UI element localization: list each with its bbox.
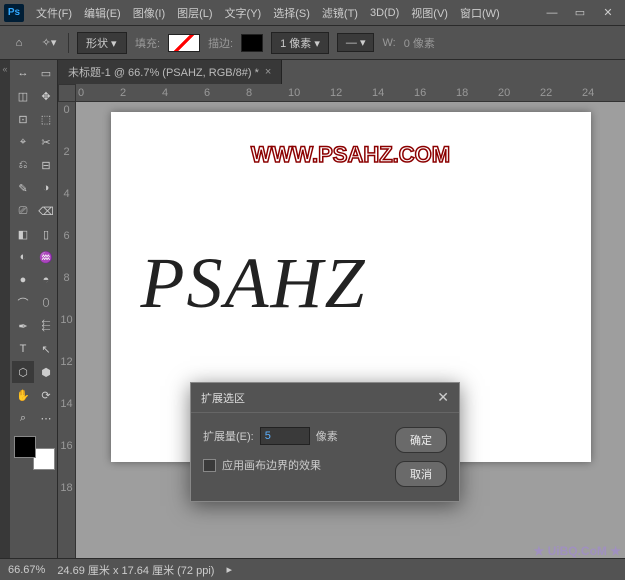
eyedropper-tool[interactable]: ⌖ [12, 131, 34, 153]
fill-label: 填充: [135, 35, 160, 51]
fill-swatch[interactable] [168, 34, 200, 52]
document-dimensions: 24.69 厘米 x 17.64 厘米 (72 ppi) [57, 562, 214, 578]
pen-tool[interactable]: ✒ [12, 315, 34, 337]
artboard-tool[interactable]: ▭ [35, 62, 57, 84]
dialog-titlebar[interactable]: 扩展选区 ✕ [191, 383, 459, 413]
document-tab[interactable]: 未标题-1 @ 66.7% (PSAHZ, RGB/8#) * × [58, 60, 282, 84]
more-tools[interactable]: ⋯ [35, 407, 57, 429]
eraser-tool[interactable]: ⌫ [35, 200, 57, 222]
color-swatches[interactable] [12, 434, 57, 472]
rotate-view-tool[interactable]: ⟳ [35, 384, 57, 406]
menu-type[interactable]: 文字(Y) [219, 1, 268, 25]
dialog-close-icon[interactable]: ✕ [437, 389, 449, 406]
ps-logo: Ps [4, 4, 24, 22]
menu-file[interactable]: 文件(F) [30, 1, 78, 25]
blur-tool[interactable]: ♒ [35, 246, 57, 268]
ok-button[interactable]: 确定 [395, 427, 447, 453]
w-label: W: [382, 37, 395, 49]
slice-tool[interactable]: ✂ [35, 131, 57, 153]
tool-panel: ↔ ▭ ◫ ✥ ⊡ ⬚ ⌖ ✂ ⎌ ⊟ ✎ ◑ ⎚ ⌫ ◧ ▯ ◐ ♒ ● ◓ … [10, 60, 58, 558]
history-brush-tool[interactable]: ⎚ [12, 200, 34, 222]
left-edge: « [0, 60, 10, 558]
menu-image[interactable]: 图像(I) [127, 1, 171, 25]
document-tab-title: 未标题-1 @ 66.7% (PSAHZ, RGB/8#) * [68, 64, 259, 80]
expand-selection-dialog: 扩展选区 ✕ 扩展量(E): 像素 应用画布边界的效果 确定 取消 [190, 382, 460, 502]
burn-tool[interactable]: ◓ [35, 269, 57, 291]
shape-mode-dropdown[interactable]: 形状 ▾ [77, 32, 127, 54]
stroke-width-dropdown[interactable]: 1 像素 ▾ [271, 32, 329, 54]
home-icon[interactable]: ⌂ [8, 32, 30, 54]
custom-shape-tool[interactable]: ⬡ [12, 361, 34, 383]
expand-amount-input[interactable] [260, 427, 310, 445]
menu-edit[interactable]: 编辑(E) [78, 1, 127, 25]
apply-canvas-bounds-checkbox[interactable] [203, 459, 216, 472]
document-tabs: 未标题-1 @ 66.7% (PSAHZ, RGB/8#) * × [58, 60, 625, 84]
collapse-panel-icon[interactable]: « [2, 64, 7, 74]
ruler-horizontal: 024681012141618202224 [76, 84, 625, 102]
window-maximize-button[interactable]: ▭ [567, 3, 593, 23]
clone-tool[interactable]: ◑ [35, 177, 57, 199]
ruler-corner [58, 84, 76, 102]
direct-select-tool[interactable]: ↖ [35, 338, 57, 360]
healing-tool[interactable]: ⎌ [12, 154, 34, 176]
watermark-top: WWW.PSAHZ.COM [251, 142, 450, 168]
zoom-level[interactable]: 66.67% [8, 564, 45, 576]
path-tool[interactable]: ⬱ [35, 315, 57, 337]
menu-3d[interactable]: 3D(D) [364, 3, 405, 23]
options-bar: ⌂ ✧▾ 形状 ▾ 填充: 描边: 1 像素 ▾ — ▾ W: 0 像素 [0, 26, 625, 60]
stroke-swatch[interactable] [241, 34, 263, 52]
window-close-button[interactable]: ✕ [595, 3, 621, 23]
menu-view[interactable]: 视图(V) [405, 1, 454, 25]
menubar: Ps 文件(F) 编辑(E) 图像(I) 图层(L) 文字(Y) 选择(S) 滤… [0, 0, 625, 26]
dialog-title-text: 扩展选区 [201, 390, 245, 406]
foreground-color[interactable] [14, 436, 36, 458]
lasso-tool[interactable]: ✥ [35, 85, 57, 107]
shape-tool[interactable]: ⬢ [35, 361, 57, 383]
move-tool[interactable]: ↔ [12, 62, 34, 84]
script-text-layer: PSAHZ [141, 242, 367, 325]
menu-window[interactable]: 窗口(W) [454, 1, 506, 25]
ellipse-tool[interactable]: ⬯ [35, 292, 57, 314]
crop-tool[interactable]: ⊡ [12, 108, 34, 130]
menu-filter[interactable]: 滤镜(T) [316, 1, 364, 25]
status-chevron-icon[interactable]: ▸ [226, 563, 232, 576]
tab-close-icon[interactable]: × [265, 66, 271, 78]
sponge-tool[interactable]: ⌒ [12, 292, 34, 314]
brush-tool[interactable]: ✎ [12, 177, 34, 199]
background-color[interactable] [33, 448, 55, 470]
gradient-tool[interactable]: ◧ [12, 223, 34, 245]
window-minimize-button[interactable]: — [539, 3, 565, 23]
cancel-button[interactable]: 取消 [395, 461, 447, 487]
type-tool[interactable]: T [12, 338, 34, 360]
patch-tool[interactable]: ⊟ [35, 154, 57, 176]
stroke-style-dropdown[interactable]: — ▾ [337, 33, 375, 52]
watermark-bottom: ★ UiBQ.CoM ★ [533, 544, 621, 558]
ruler-vertical: 024681012141618 [58, 102, 76, 558]
hand-tool[interactable]: ✋ [12, 384, 34, 406]
shape-tool-icon[interactable]: ✧▾ [38, 32, 60, 54]
status-bar: 66.67% 24.69 厘米 x 17.64 厘米 (72 ppi) ▸ [0, 558, 625, 580]
expand-unit-label: 像素 [316, 428, 338, 444]
menu-layer[interactable]: 图层(L) [171, 1, 218, 25]
dodge-tool[interactable]: ◐ [12, 246, 34, 268]
w-value: 0 像素 [404, 35, 435, 51]
apply-canvas-bounds-label: 应用画布边界的效果 [222, 457, 321, 473]
menu-select[interactable]: 选择(S) [267, 1, 316, 25]
zoom-tool[interactable]: ⌕ [12, 407, 34, 429]
marquee-tool[interactable]: ◫ [12, 85, 34, 107]
bucket-tool[interactable]: ▯ [35, 223, 57, 245]
frame-tool[interactable]: ⬚ [35, 108, 57, 130]
stroke-label: 描边: [208, 35, 233, 51]
smudge-tool[interactable]: ● [12, 269, 34, 291]
expand-amount-label: 扩展量(E): [203, 428, 254, 444]
